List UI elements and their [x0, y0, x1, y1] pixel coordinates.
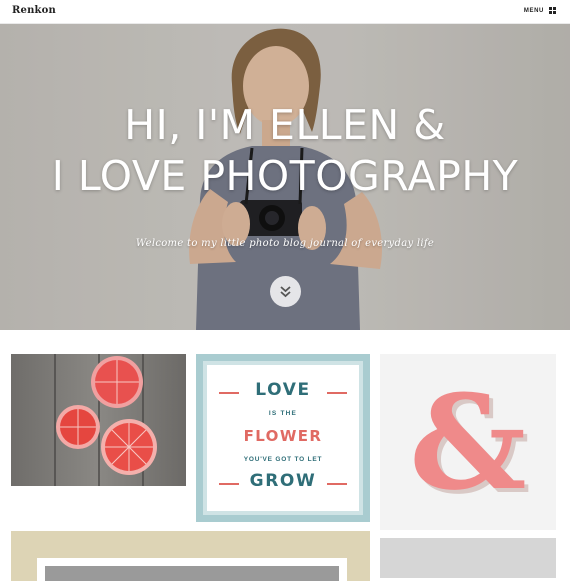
double-chevron-down-icon [280, 286, 291, 298]
menu-button[interactable]: MENU [524, 7, 556, 14]
hero-title: HI, I'M ELLEN & I LOVE PHOTOGRAPHY [0, 100, 570, 202]
post-tile-ampersand[interactable]: & & [380, 354, 556, 530]
poster-line-youve-got: YOU'VE GOT TO LET [243, 456, 323, 463]
post-tile-gray-photo[interactable] [380, 538, 556, 578]
grid-menu-icon [549, 7, 556, 14]
poster-line-flower: FLOWER [243, 427, 323, 445]
ampersand-text: & [409, 366, 526, 519]
poster-line-is-the: IS THE [268, 410, 298, 417]
site-header: Renkon MENU [0, 0, 570, 24]
post-tile-framed-photo[interactable] [11, 531, 370, 581]
post-tile-love-poster[interactable]: LOVE IS THE FLOWER YOU'VE GOT TO LET GRO… [196, 354, 370, 522]
hero-title-line2: I LOVE PHOTOGRAPHY [51, 152, 519, 200]
site-logo[interactable]: Renkon [12, 5, 56, 16]
ampersand-graphic: & & [409, 366, 530, 523]
poster-paper: LOVE IS THE FLOWER YOU'VE GOT TO LET GRO… [207, 365, 359, 511]
hero-subtitle: Welcome to my little photo blog journal … [135, 238, 435, 249]
hero-title-line1: HI, I'M ELLEN & [124, 101, 446, 149]
scroll-down-button[interactable] [270, 276, 301, 307]
hero-section: HI, I'M ELLEN & I LOVE PHOTOGRAPHY Welco… [0, 24, 570, 330]
framed-photo [45, 566, 339, 581]
poster-line-love: LOVE [255, 380, 311, 400]
poster-line-grow: GROW [249, 471, 317, 491]
post-tile-grapefruit[interactable] [11, 354, 186, 486]
grapefruit-photo [11, 354, 186, 486]
menu-label: MENU [523, 7, 544, 14]
